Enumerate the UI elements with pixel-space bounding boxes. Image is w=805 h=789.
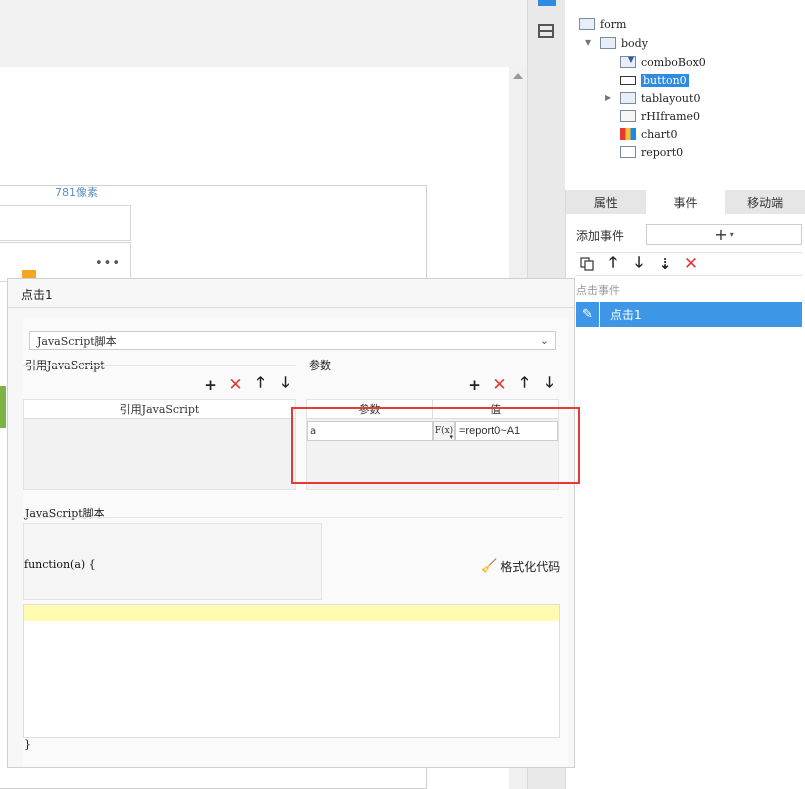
tree-node-body[interactable]: ▼ body bbox=[585, 35, 648, 51]
edit-icon[interactable]: ✎ bbox=[576, 302, 600, 327]
arrow-up-icon[interactable]: 🡑 bbox=[602, 253, 624, 275]
chevron-down-icon: ⌄ bbox=[539, 334, 549, 347]
add-event-label: 添加事件 bbox=[576, 228, 625, 243]
event-item-click1[interactable]: ✎ 点击1 bbox=[576, 302, 802, 327]
tree-node-chart0[interactable]: chart0 bbox=[620, 126, 677, 142]
current-line-highlight bbox=[24, 605, 559, 621]
arrow-down-icon[interactable]: 🡓 bbox=[628, 253, 650, 275]
add-event-dropdown[interactable]: + ▾ bbox=[646, 224, 802, 245]
script-type-select[interactable]: JavaScript脚本 ⌄ bbox=[29, 331, 556, 350]
add-icon[interactable]: + bbox=[465, 375, 484, 394]
expand-arrow-icon[interactable]: ▶ bbox=[605, 93, 611, 102]
event-dialog: 点击1 JavaScript脚本 ⌄ 引用JavaScript 参数 + ✕ 🡑… bbox=[7, 278, 575, 768]
add-icon[interactable]: + bbox=[201, 375, 220, 394]
tree-node-form[interactable]: form bbox=[579, 16, 626, 32]
side-tab-indicator[interactable] bbox=[538, 0, 556, 6]
tab-events[interactable]: 事件 bbox=[645, 190, 726, 214]
dialog-title: 点击1 bbox=[21, 288, 53, 302]
dialog-body: JavaScript脚本 ⌄ 引用JavaScript 参数 + ✕ 🡑 🡓 +… bbox=[23, 317, 568, 767]
arrow-down-icon[interactable]: 🡓 bbox=[276, 373, 295, 394]
tree-node-combobox0[interactable]: comboBox0 bbox=[620, 54, 706, 70]
format-code-button[interactable]: 🧹 格式化代码 bbox=[481, 558, 560, 575]
delete-icon[interactable]: ✕ bbox=[490, 375, 509, 395]
divider bbox=[23, 365, 296, 366]
function-closing-brace: } bbox=[24, 738, 31, 751]
broom-icon: 🧹 bbox=[481, 559, 498, 574]
event-list-header: 点击事件 bbox=[576, 284, 620, 297]
width-pixel-label: 781像素 bbox=[55, 186, 98, 199]
code-editor[interactable] bbox=[23, 604, 560, 738]
annotation-highlight-box bbox=[291, 407, 580, 484]
tree-node-tablayout0[interactable]: ▶ tablayout0 bbox=[605, 90, 700, 106]
combobox-icon bbox=[620, 55, 636, 68]
tree-node-button0[interactable]: button0 bbox=[620, 72, 689, 88]
event-toolbar: 🡑 🡓 ⇣ ✕ bbox=[576, 252, 802, 276]
function-signature: function(a) { bbox=[24, 558, 96, 571]
collapse-arrow-icon[interactable]: ▼ bbox=[585, 38, 591, 47]
report-icon bbox=[620, 146, 636, 158]
chevron-down-icon: ▾ bbox=[729, 230, 734, 239]
iframe-icon bbox=[620, 110, 636, 122]
move-bottom-icon[interactable]: ⇣ bbox=[654, 253, 676, 275]
copy-icon[interactable] bbox=[576, 253, 598, 275]
tree-node-report0[interactable]: report0 bbox=[620, 144, 683, 160]
params-toolbar: + ✕ 🡑 🡓 bbox=[465, 373, 559, 395]
form-icon bbox=[579, 18, 595, 30]
delete-icon[interactable]: ✕ bbox=[680, 253, 702, 275]
divider bbox=[8, 307, 574, 308]
arrow-up-icon[interactable]: 🡑 bbox=[251, 373, 270, 394]
more-icon[interactable]: ••• bbox=[95, 256, 121, 271]
arrow-down-icon[interactable]: 🡓 bbox=[540, 373, 559, 394]
params-label: 参数 bbox=[309, 359, 331, 372]
properties-tabs: 属性 事件 移动端 bbox=[566, 190, 805, 214]
layout-icon[interactable] bbox=[538, 24, 554, 38]
ref-js-column-header: 引用JavaScript bbox=[24, 400, 295, 419]
add-event-row: 添加事件 + ▾ bbox=[576, 224, 802, 246]
button-icon bbox=[620, 75, 636, 85]
tree-node-rhiframe0[interactable]: rHIframe0 bbox=[620, 108, 700, 124]
format-code-label: 格式化代码 bbox=[500, 560, 561, 574]
tablayout-icon bbox=[620, 92, 636, 104]
canvas-top-band bbox=[0, 0, 527, 67]
ref-js-toolbar: + ✕ 🡑 🡓 bbox=[201, 373, 295, 395]
script-label: JavaScript脚本 bbox=[25, 507, 105, 520]
ref-js-table: 引用JavaScript bbox=[23, 399, 296, 490]
delete-icon[interactable]: ✕ bbox=[226, 375, 245, 395]
body-icon bbox=[600, 37, 616, 49]
tab-mobile[interactable]: 移动端 bbox=[725, 190, 805, 214]
plus-icon: + bbox=[714, 225, 728, 244]
widget-tree: form ▼ body comboBox0 button0 ▶ tablayou… bbox=[565, 0, 805, 190]
scroll-up-arrow-icon[interactable] bbox=[513, 73, 523, 79]
arrow-up-icon[interactable]: 🡑 bbox=[515, 373, 534, 394]
tab-properties[interactable]: 属性 bbox=[566, 190, 646, 214]
widget-marker-green bbox=[0, 386, 6, 428]
canvas-widget-header[interactable] bbox=[0, 205, 131, 241]
event-item-label: 点击1 bbox=[610, 308, 642, 322]
properties-panel: 属性 事件 移动端 添加事件 + ▾ 🡑 🡓 ⇣ ✕ 点击事件 ✎ 点击1 bbox=[565, 190, 805, 789]
divider bbox=[23, 517, 563, 518]
chart-icon bbox=[620, 128, 636, 140]
script-type-value: JavaScript脚本 bbox=[37, 334, 117, 348]
